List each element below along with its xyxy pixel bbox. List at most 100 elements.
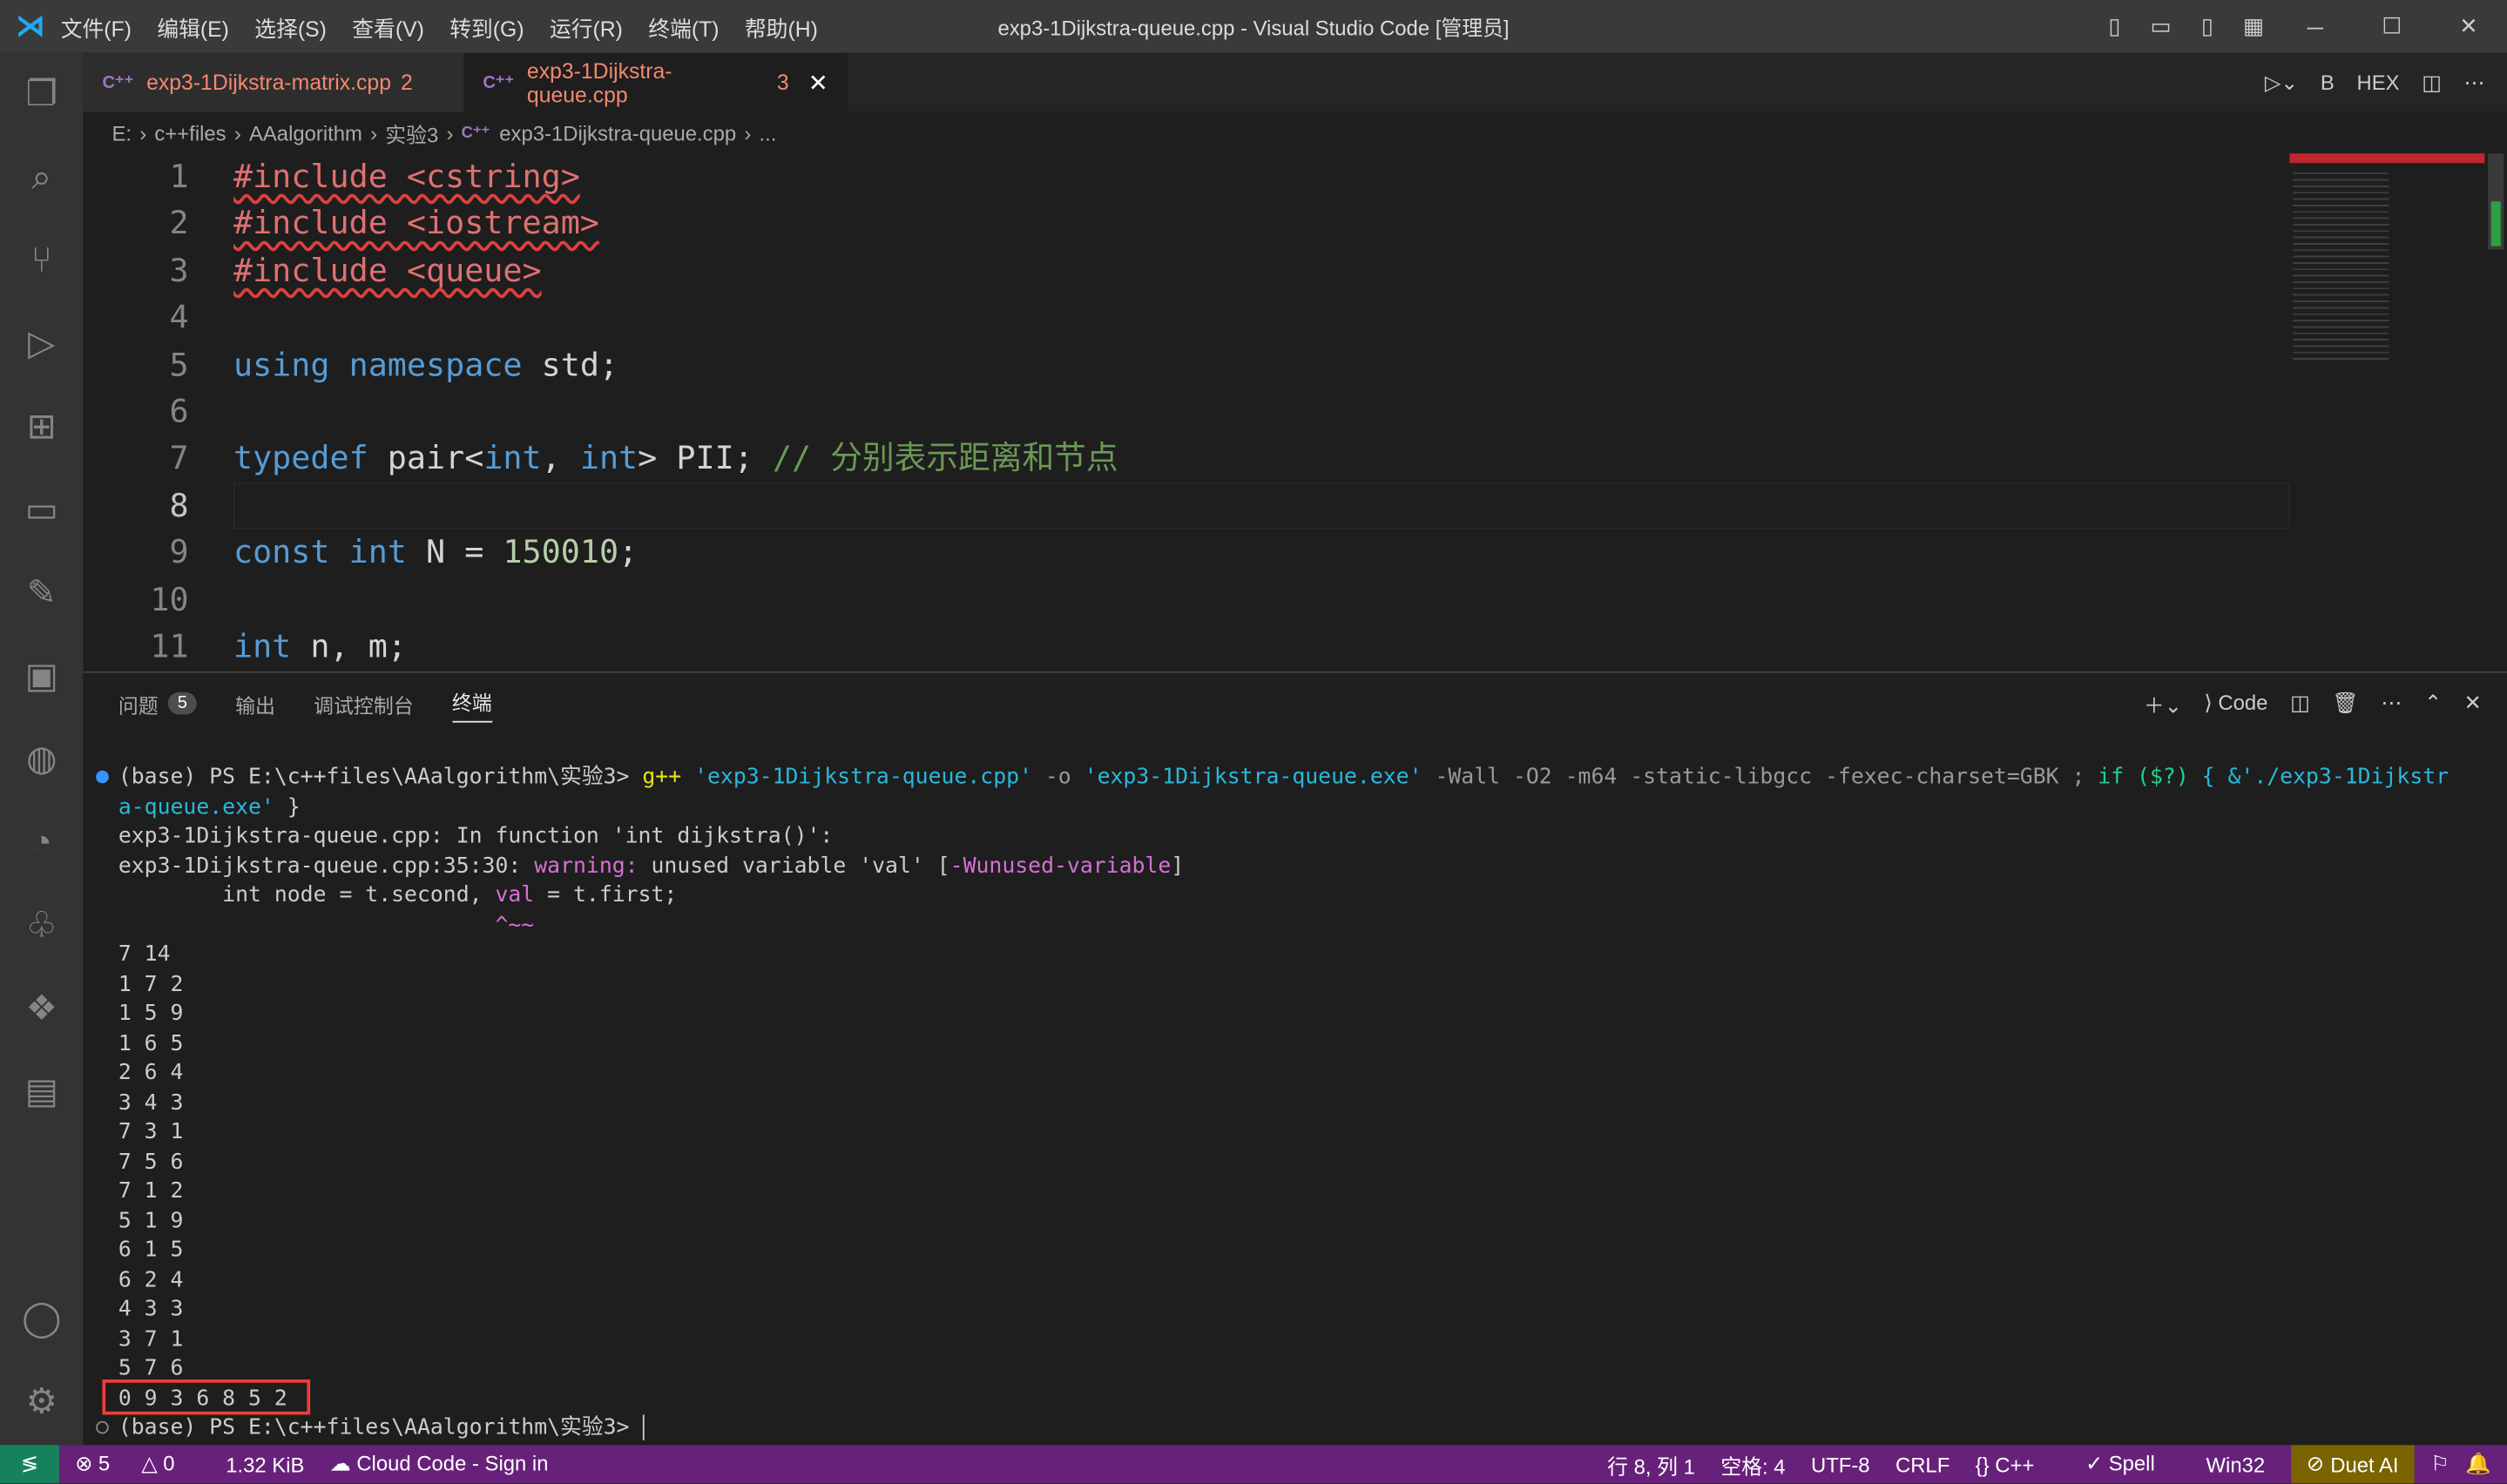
status-bar: ≶ ⊗ 5 △ 0 1.32 KiB ☁ Cloud Code - Sign i… — [0, 1445, 2507, 1484]
language-mode[interactable]: {} C++ — [1976, 1453, 2060, 1477]
notes-icon[interactable]: ✎ — [0, 551, 83, 634]
menu-item[interactable]: 帮助(H) — [745, 17, 818, 41]
cmd: } — [274, 793, 301, 820]
remote-explorer-icon[interactable]: ▭ — [0, 469, 83, 551]
menu-item[interactable]: 选择(S) — [254, 17, 327, 41]
tab-label: 调试控制台 — [314, 694, 414, 718]
cmd: -o — [1031, 764, 1071, 790]
source-control-icon[interactable]: ⑂ — [0, 219, 83, 301]
split-terminal-icon[interactable]: ◫ — [2290, 691, 2310, 716]
globe-icon[interactable]: ◍ — [0, 718, 83, 800]
toggle-secondary-sidebar-icon[interactable]: ▯ — [2184, 13, 2230, 40]
terminal-name: Code — [2218, 690, 2268, 715]
tab-problems[interactable]: 问题 5 — [118, 688, 198, 718]
platform[interactable]: Win32 — [2206, 1453, 2266, 1477]
more-actions-icon[interactable]: ⋯ — [2464, 70, 2485, 95]
input-line: 1 6 5 — [118, 1029, 184, 1056]
maximize-panel-icon[interactable]: ⌃ — [2424, 691, 2442, 716]
settings-gear-icon[interactable]: ⚙ — [0, 1360, 83, 1443]
encoding[interactable]: UTF-8 — [1811, 1453, 1870, 1477]
breadcrumb-item[interactable]: c++files — [154, 121, 226, 145]
code-editor[interactable]: 1 #include <cstring> 2 #include <iostream>… — [83, 153, 2290, 668]
menu-item[interactable]: 运行(R) — [550, 17, 623, 41]
duet-ai-status[interactable]: ⊘ Duet AI — [2290, 1445, 2415, 1484]
feedback-icon[interactable]: ⚐ — [2430, 1452, 2449, 1477]
explorer-icon[interactable]: ❐ — [0, 53, 83, 136]
maximize-button[interactable]: ☐ — [2354, 13, 2430, 40]
account-icon[interactable]: ◯ — [0, 1278, 83, 1360]
run-debug-icon[interactable]: ▷ — [0, 302, 83, 385]
extensions-icon[interactable]: ⊞ — [0, 385, 83, 468]
code-text: > PII; — [638, 438, 773, 477]
line-number: 8 — [169, 485, 189, 524]
minimize-button[interactable]: ─ — [2277, 14, 2354, 39]
terminal-selector[interactable]: ⟩ Code — [2204, 691, 2267, 716]
bold-button[interactable]: B — [2321, 71, 2335, 95]
cursor-position[interactable]: 行 8, 列 1 — [1607, 1449, 1695, 1480]
line-number: 9 — [169, 532, 189, 571]
editor-scrollbar[interactable] — [2488, 153, 2504, 250]
language-label: C++ — [1995, 1452, 2035, 1477]
breadcrumb-item[interactable]: 实验3 — [385, 118, 438, 148]
tab-queue[interactable]: C⁺⁺ exp3-1Dijkstra-queue.cpp 3 ✕ — [463, 52, 848, 112]
prompt: (base) PS E:\c++files\AAalgorithm\实验3> — [118, 764, 643, 790]
line-number: 3 — [169, 250, 189, 289]
input-line: 1 7 2 — [118, 971, 184, 997]
line-ending[interactable]: CRLF — [1895, 1453, 1950, 1477]
minimap[interactable] — [2289, 153, 2485, 393]
git-graph-icon[interactable]: ◔ — [0, 801, 83, 884]
prompt: (base) PS E:\c++files\AAalgorithm\实验3> — [118, 1414, 643, 1440]
search-icon[interactable]: ⌕ — [0, 136, 83, 219]
new-terminal-icon[interactable]: ＋⌄ — [2144, 688, 2182, 718]
input-line: 6 2 4 — [118, 1266, 184, 1293]
split-editor-icon[interactable]: ◫ — [2422, 70, 2442, 95]
vscode-logo-icon: ⋊ — [16, 10, 45, 42]
terminal-output[interactable]: (base) PS E:\c++files\AAalgorithm\实验3> g… — [96, 763, 2476, 1443]
menu-item[interactable]: 转到(G) — [449, 17, 524, 41]
toggle-panel-icon[interactable]: ▭ — [2138, 13, 2184, 40]
code-text: int — [483, 438, 542, 477]
spell-check[interactable]: ✓ Spell — [2085, 1452, 2180, 1477]
more-actions-icon[interactable]: ⋯ — [2381, 691, 2402, 716]
output-highlight-box — [102, 1379, 311, 1415]
kill-terminal-icon[interactable]: 🗑 — [2332, 691, 2358, 716]
compiler-message: val — [495, 882, 535, 908]
notifications-icon[interactable]: 🔔 — [2465, 1452, 2491, 1477]
menu-item[interactable]: 文件(F) — [61, 17, 132, 41]
breadcrumb-item[interactable]: exp3-1Dijkstra-queue.cpp — [499, 121, 736, 145]
tab-terminal[interactable]: 终端 — [451, 685, 492, 722]
breadcrumb-item[interactable]: ... — [759, 121, 776, 145]
tab-matrix[interactable]: C⁺⁺ exp3-1Dijkstra-matrix.cpp 2 — [83, 52, 464, 112]
run-code-icon[interactable]: ▷⌄ — [2265, 70, 2298, 95]
cmd: 'exp3-1Dijkstra-queue.exe' — [1071, 764, 1422, 790]
cloud-code-status[interactable]: ☁ Cloud Code - Sign in — [330, 1452, 574, 1477]
activity-bar: ❐ ⌕ ⑂ ▷ ⊞ ▭ ✎ ▣ ◍ ◔ ♧ ❖ ▤ ◯ ⚙ — [0, 52, 84, 1446]
indentation[interactable]: 空格: 4 — [1720, 1449, 1785, 1480]
cloud-code-icon[interactable]: ❖ — [0, 967, 83, 1049]
tab-debug-console[interactable]: 调试控制台 — [314, 688, 414, 718]
problem-count-badge: 5 — [167, 691, 198, 715]
container-icon[interactable]: ▣ — [0, 635, 83, 718]
cpp-file-icon: C⁺⁺ — [102, 73, 134, 93]
close-panel-icon[interactable]: ✕ — [2464, 691, 2482, 716]
input-line: 3 7 1 — [118, 1325, 184, 1352]
program-output: 0 9 3 6 8 5 2 — [118, 1385, 287, 1411]
hex-button[interactable]: HEX — [2356, 71, 2399, 95]
breadcrumb-item[interactable]: AAalgorithm — [249, 121, 362, 145]
tab-output[interactable]: 输出 — [235, 688, 275, 718]
tree-icon[interactable]: ♧ — [0, 884, 83, 967]
problems-status[interactable]: ⊗ 5 △ 0 — [75, 1452, 200, 1477]
close-tab-icon[interactable]: ✕ — [808, 68, 828, 97]
folder-icon[interactable]: ▤ — [0, 1050, 83, 1133]
customize-layout-icon[interactable]: ▦ — [2231, 13, 2277, 40]
menu-bar: 文件(F) 编辑(E) 选择(S) 查看(V) 转到(G) 运行(R) 终端(T) 帮助(H) — [61, 10, 843, 43]
input-line: 5 7 6 — [118, 1355, 184, 1381]
menu-item[interactable]: 终端(T) — [648, 17, 719, 41]
breadcrumb-item[interactable]: E: — [111, 121, 132, 145]
menu-item[interactable]: 编辑(E) — [157, 17, 229, 41]
code-text: const int — [233, 532, 407, 571]
remote-icon[interactable]: ≶ — [0, 1445, 59, 1484]
toggle-sidebar-icon[interactable]: ▯ — [2091, 13, 2138, 40]
close-window-button[interactable]: ✕ — [2430, 13, 2507, 40]
menu-item[interactable]: 查看(V) — [352, 17, 424, 41]
